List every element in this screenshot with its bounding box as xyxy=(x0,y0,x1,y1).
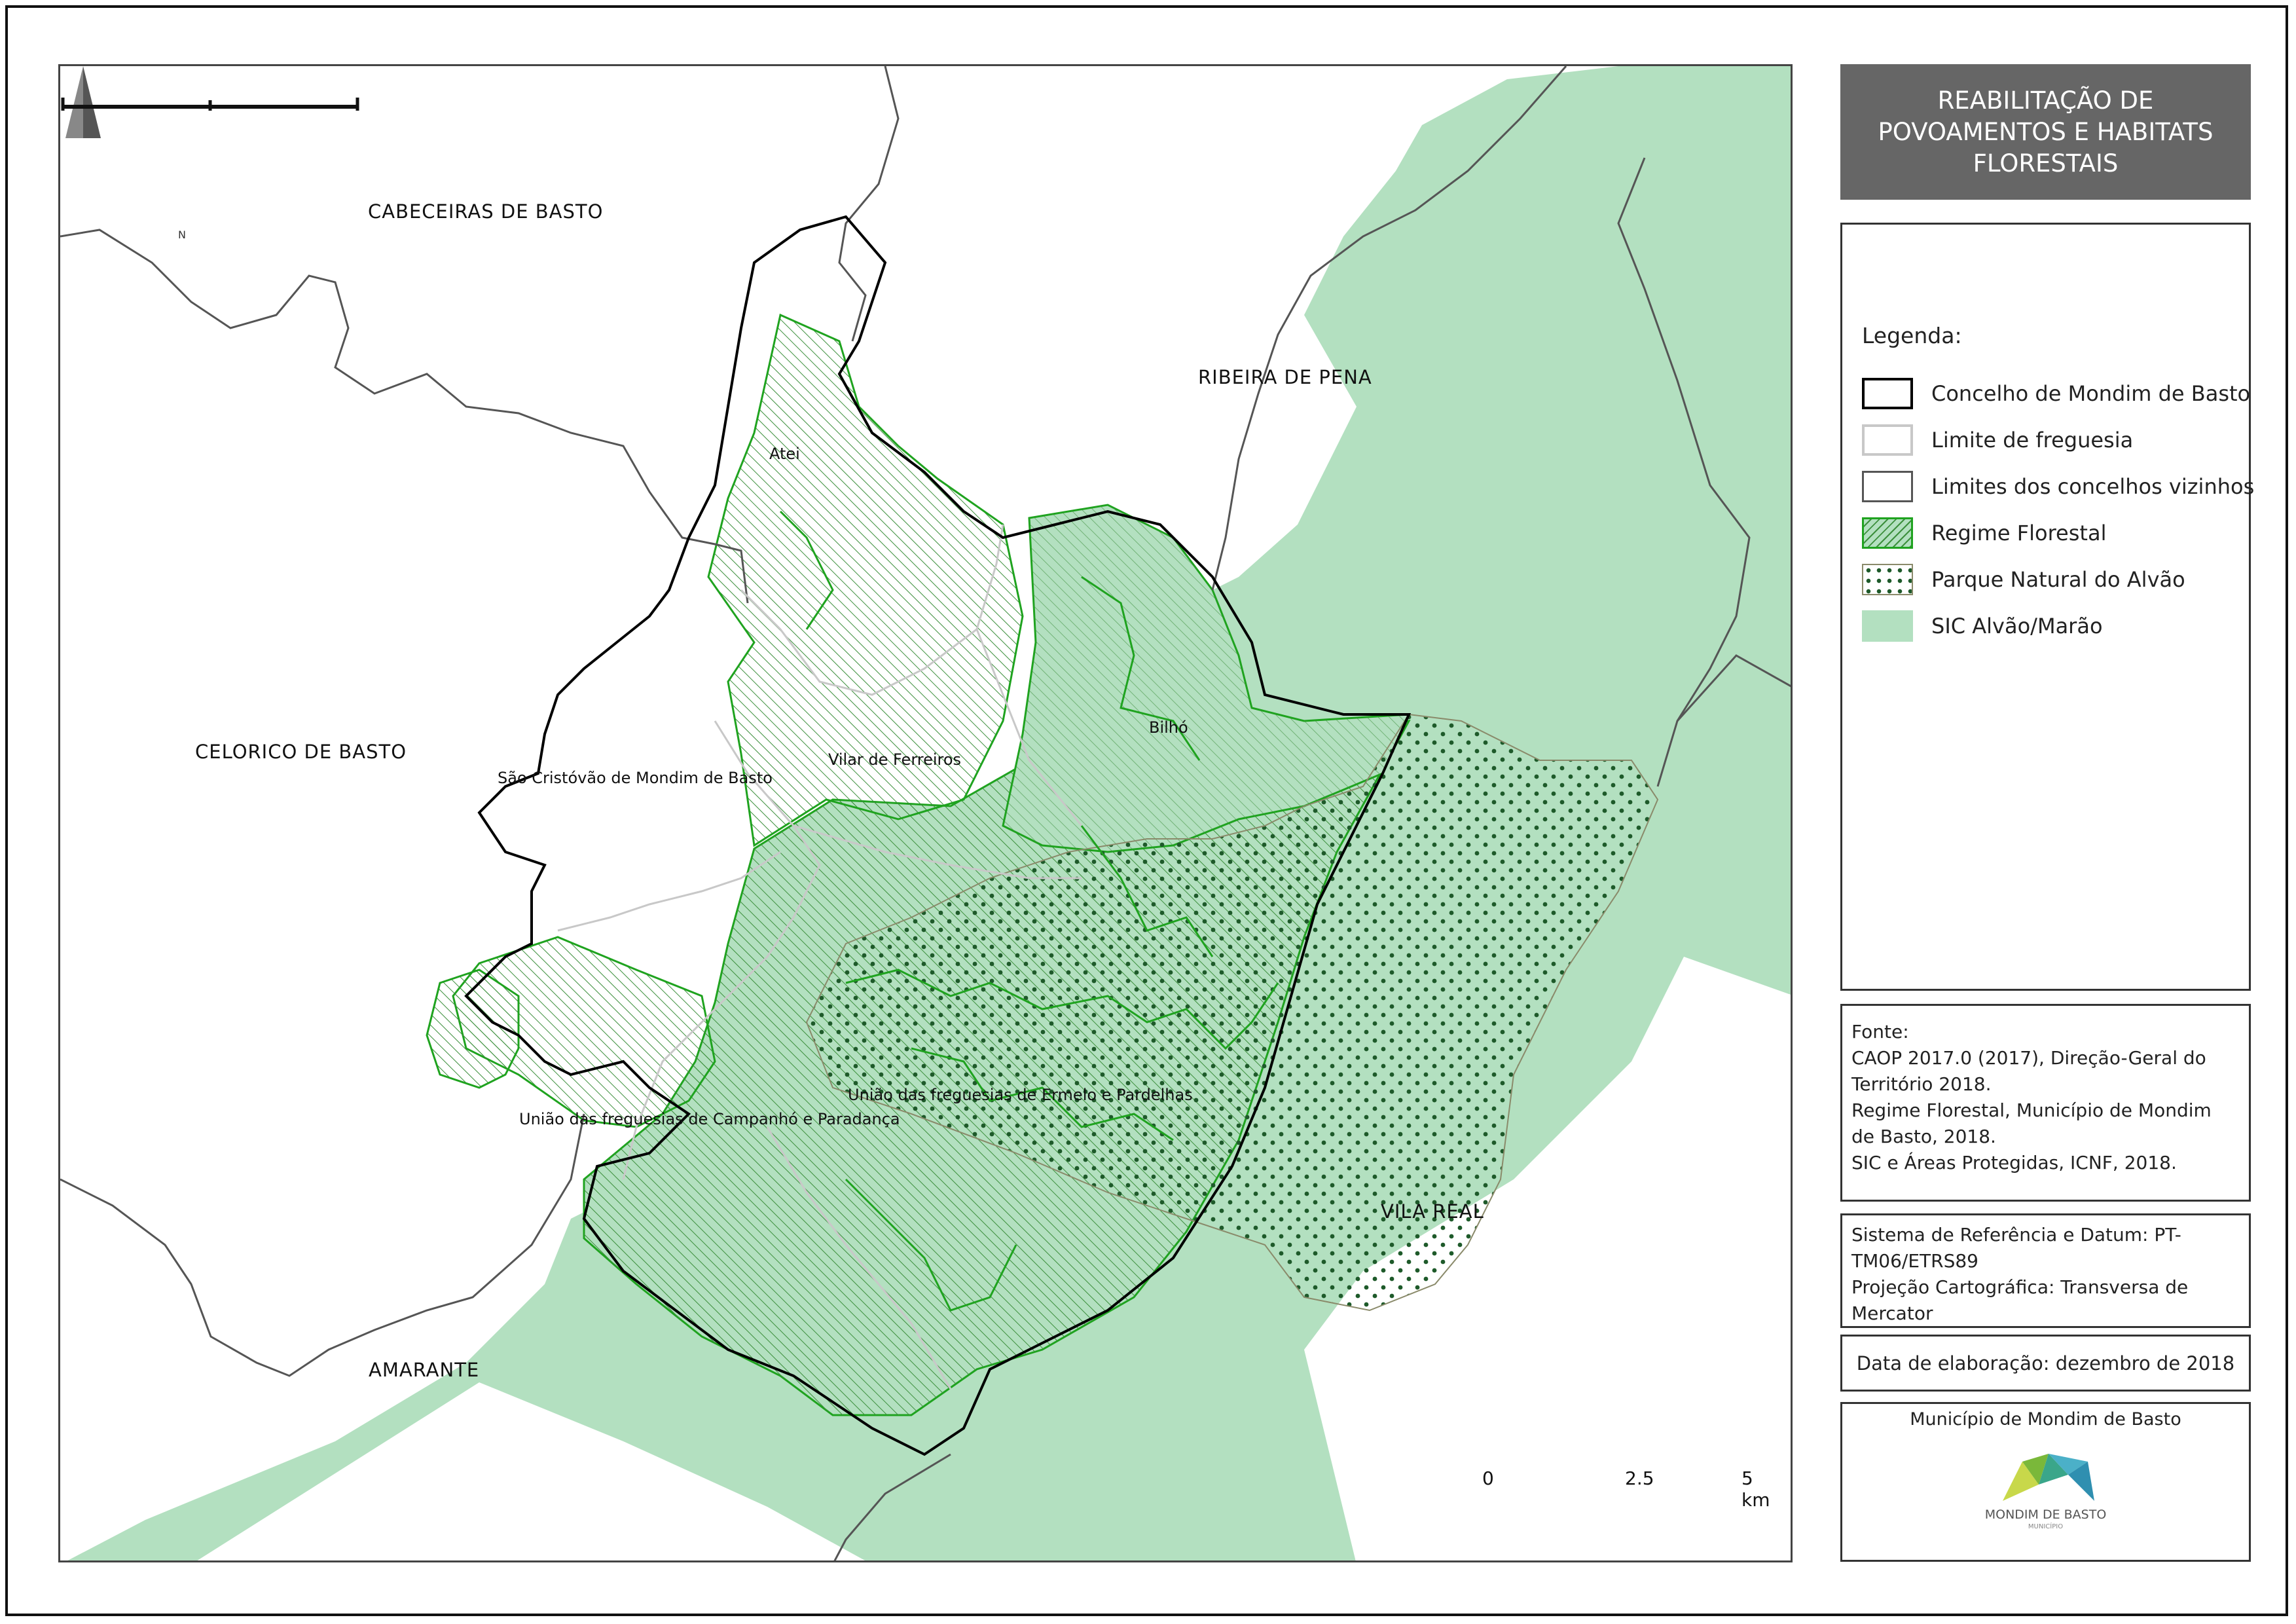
legend-label-freguesia: Limite de freguesia xyxy=(1931,428,2134,452)
scale-tick-2-5: 2.5 xyxy=(1625,1467,1654,1489)
label-bilho: Bilhó xyxy=(1149,718,1188,737)
sources-heading: Fonte: xyxy=(1851,1021,1909,1043)
scale-tick-5: 5 km xyxy=(1741,1467,1770,1511)
legend-label-vizinhos: Limites dos concelhos vizinhos xyxy=(1931,474,2255,499)
swatch-vizinhos xyxy=(1862,471,1913,502)
north-label: N xyxy=(178,229,186,241)
legend-item-sic: SIC Alvão/Marão xyxy=(1862,609,2103,643)
reference-datum: Sistema de Referência e Datum: PT-TM06/E… xyxy=(1851,1224,2181,1272)
legend-label-regime: Regime Florestal xyxy=(1931,521,2107,545)
scale-bar xyxy=(61,98,359,111)
label-ermelo-pardelhas: União das freguesias de Ermelo e Pardelh… xyxy=(848,1086,1193,1104)
map-svg[interactable] xyxy=(60,66,1793,1562)
swatch-freguesia xyxy=(1862,424,1913,456)
label-cabeceiras-de-basto: CABECEIRAS DE BASTO xyxy=(368,200,604,223)
label-campanho-paradanca: União das freguesias de Campanhó e Parad… xyxy=(519,1110,900,1128)
swatch-concelho xyxy=(1862,378,1913,409)
legend-box: Legenda: Concelho de Mondim de Basto Lim… xyxy=(1840,223,2254,991)
label-ribeira-de-pena: RIBEIRA DE PENA xyxy=(1198,366,1372,388)
legend-item-vizinhos: Limites dos concelhos vizinhos xyxy=(1862,470,2254,504)
swatch-parque xyxy=(1862,564,1913,595)
label-vila-real: VILA REAL xyxy=(1381,1200,1484,1223)
logo-subtext: MUNICÍPIO xyxy=(2028,1523,2064,1530)
legend-item-concelho: Concelho de Mondim de Basto xyxy=(1862,377,2250,411)
legend-heading: Legenda: xyxy=(1862,323,1962,348)
sources-box: Fonte: CAOP 2017.0 (2017), Direção-Geral… xyxy=(1840,1004,2251,1202)
label-vilar-de-ferreiros: Vilar de Ferreiros xyxy=(828,750,962,769)
date-text: Data de elaboração: dezembro de 2018 xyxy=(1856,1352,2235,1375)
legend-label-parque: Parque Natural do Alvão xyxy=(1931,567,2185,592)
reference-projection: Projeção Cartográfica: Transversa de Mer… xyxy=(1851,1276,2189,1324)
source-line: CAOP 2017.0 (2017), Direção-Geral do Ter… xyxy=(1851,1047,2206,1095)
label-atei: Atei xyxy=(769,445,800,463)
label-celorico-de-basto: CELORICO DE BASTO xyxy=(195,741,407,763)
mondim-logo-icon xyxy=(2003,1454,2094,1501)
legend-label-sic: SIC Alvão/Marão xyxy=(1931,614,2103,638)
legend-item-freguesia: Limite de freguesia xyxy=(1862,423,2133,457)
source-line: SIC e Áreas Protegidas, ICNF, 2018. xyxy=(1851,1152,2177,1173)
swatch-regime xyxy=(1862,517,1913,549)
date-box: Data de elaboração: dezembro de 2018 xyxy=(1840,1335,2251,1392)
label-amarante: AMARANTE xyxy=(369,1359,480,1381)
scale-tick-0: 0 xyxy=(1482,1467,1494,1489)
map-title: REABILITAÇÃO DE POVOAMENTOS E HABITATS F… xyxy=(1878,86,2214,177)
legend-item-parque: Parque Natural do Alvão xyxy=(1862,563,2185,597)
legend-item-regime: Regime Florestal xyxy=(1862,516,2106,550)
legend-label-concelho: Concelho de Mondim de Basto xyxy=(1931,381,2251,406)
title-box: REABILITAÇÃO DE POVOAMENTOS E HABITATS F… xyxy=(1840,64,2251,200)
map-canvas[interactable]: CABECEIRAS DE BASTO RIBEIRA DE PENA CELO… xyxy=(58,64,1793,1562)
source-line: Regime Florestal, Município de Mondim de… xyxy=(1851,1099,2212,1147)
municipality-box: Município de Mondim de Basto MONDIM DE B… xyxy=(1840,1402,2251,1562)
logo-text: MONDIM DE BASTO xyxy=(1984,1507,2107,1522)
swatch-sic xyxy=(1862,610,1913,642)
label-sao-cristovao: São Cristóvão de Mondim de Basto xyxy=(498,769,773,787)
municipality-title: Município de Mondim de Basto xyxy=(1910,1409,2181,1430)
reference-box: Sistema de Referência e Datum: PT-TM06/E… xyxy=(1840,1213,2251,1328)
